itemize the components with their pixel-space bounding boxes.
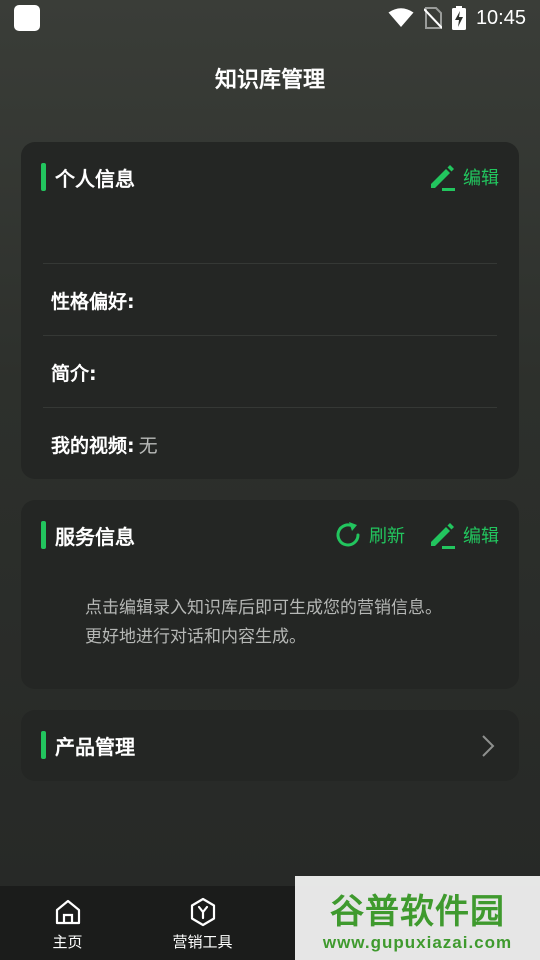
hexagon-y-icon	[190, 897, 215, 927]
product-management-card[interactable]: 产品管理	[21, 710, 519, 781]
intro-row: 简介:	[51, 352, 497, 392]
product-management-header: 产品管理	[41, 730, 499, 760]
edit-icon	[431, 165, 455, 191]
tab-home-label: 主页	[52, 933, 83, 951]
personality-row: 性格偏好:	[51, 280, 497, 320]
page-title: 知识库管理	[214, 68, 325, 93]
accent-bar	[41, 521, 46, 549]
personal-info-title: 个人信息	[55, 166, 135, 191]
watermark-logo: 谷普软件园 www.gupuxiazai.com	[295, 876, 540, 960]
personal-edit-button[interactable]: 编辑	[427, 162, 499, 192]
app-notification-icon	[14, 5, 40, 31]
personal-edit-label: 编辑	[463, 168, 499, 189]
personal-info-header: 个人信息 编辑	[41, 162, 499, 192]
accent-bar	[41, 731, 46, 759]
product-management-title: 产品管理	[55, 734, 135, 759]
accent-bar	[41, 163, 46, 191]
status-bar: 10:45	[0, 0, 540, 36]
status-icons: 10:45	[388, 6, 526, 30]
tab-home[interactable]: 主页	[0, 886, 135, 960]
battery-charging-icon	[451, 6, 466, 30]
personal-info-card: 个人信息 编辑 性格偏好: 简介: 我的视频: 无	[21, 142, 519, 479]
tab-marketing-tools-label: 营销工具	[172, 933, 233, 951]
service-description: 点击编辑录入知识库后即可生成您的营销信息。更好地进行对话和内容生成。	[85, 598, 442, 647]
divider	[43, 407, 497, 408]
refresh-label: 刷新	[369, 526, 405, 547]
divider	[43, 335, 497, 336]
service-edit-label: 编辑	[463, 526, 499, 547]
no-sim-icon	[423, 7, 442, 29]
tab-marketing-tools[interactable]: 营销工具	[135, 886, 270, 960]
watermark-url: www.gupuxiazai.com	[322, 932, 513, 952]
intro-label: 简介:	[51, 362, 97, 385]
my-videos-label: 我的视频:	[51, 434, 135, 457]
status-time: 10:45	[475, 6, 526, 29]
service-info-title: 服务信息	[55, 524, 135, 549]
wifi-icon	[388, 8, 414, 27]
home-icon	[55, 899, 80, 925]
refresh-icon	[336, 522, 360, 547]
my-videos-value: 无	[138, 434, 158, 457]
refresh-button[interactable]: 刷新	[333, 520, 405, 550]
watermark-main-text: 谷普软件园	[330, 891, 505, 932]
personality-label: 性格偏好:	[51, 290, 135, 313]
divider	[43, 263, 497, 264]
service-info-header: 服务信息 刷新 编辑	[41, 520, 499, 550]
service-info-card: 服务信息 刷新 编辑 点击编辑录入知识库后即可生成您的营销信息。更好地进行对话和…	[21, 500, 519, 689]
edit-icon	[431, 523, 455, 549]
chevron-right-icon	[482, 735, 495, 757]
my-videos-row: 我的视频: 无	[51, 424, 497, 464]
service-edit-button[interactable]: 编辑	[427, 520, 499, 550]
